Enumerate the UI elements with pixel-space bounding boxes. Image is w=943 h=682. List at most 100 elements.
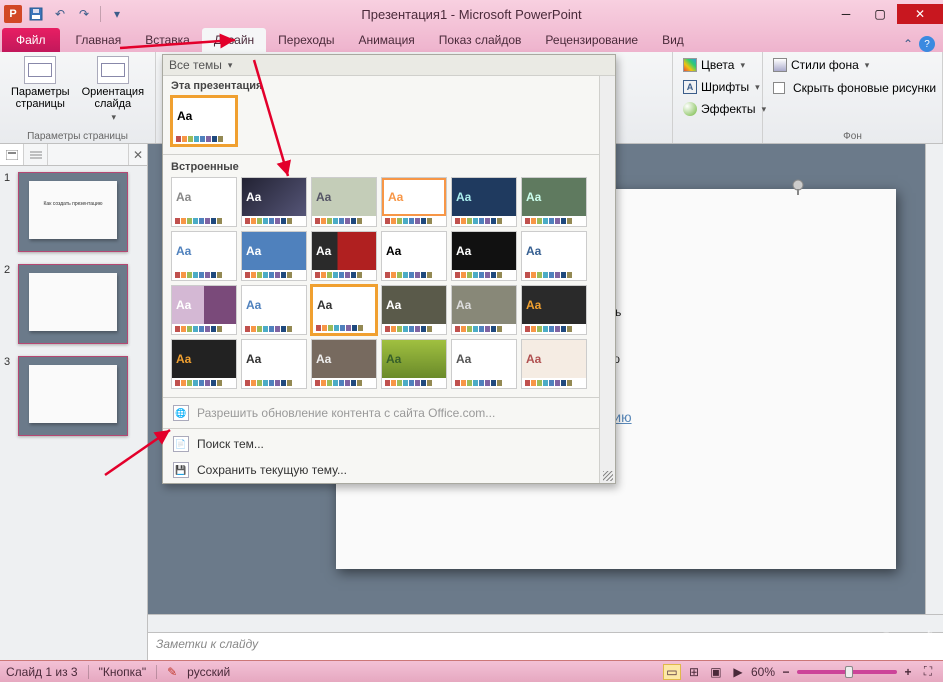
themes-dropdown-panel: Все темы▾ Эта презентация Aa Встроенные … — [162, 54, 616, 484]
theme-thumb[interactable]: Aa — [451, 339, 517, 389]
theme-thumb[interactable]: Aa — [171, 96, 237, 146]
normal-view-icon[interactable]: ▭ — [663, 664, 681, 680]
theme-thumb[interactable]: Aa — [241, 339, 307, 389]
slide-panel: ✕ 1Как создать презентацию 2 3 — [0, 144, 148, 660]
status-theme: "Кнопка" — [99, 665, 147, 679]
section-this-presentation: Эта презентация — [163, 76, 599, 94]
themes-scrollbar[interactable] — [599, 76, 615, 483]
save-theme-icon: 💾 — [173, 462, 189, 478]
ribbon-tabs: Файл Главная Вставка Дизайн Переходы Ани… — [0, 28, 943, 52]
tab-view[interactable]: Вид — [650, 28, 696, 52]
theme-thumb[interactable]: Aa — [521, 339, 587, 389]
orientation-button[interactable]: Ориентация слайда ▾ — [78, 54, 148, 125]
reading-view-icon[interactable]: ▣ — [707, 664, 725, 680]
theme-thumb[interactable]: Aa — [171, 285, 237, 335]
fonts-icon: A — [683, 80, 697, 94]
slide-thumb-2[interactable] — [18, 264, 128, 344]
panel-close-icon[interactable]: ✕ — [129, 144, 147, 165]
theme-thumb[interactable]: Aa — [381, 285, 447, 335]
theme-thumb[interactable]: Aa — [241, 285, 307, 335]
bg-styles-icon — [773, 58, 787, 72]
redo-icon[interactable]: ↷ — [74, 4, 94, 24]
theme-thumb[interactable]: Aa — [311, 285, 377, 335]
zoom-out-button[interactable]: − — [779, 665, 793, 679]
status-language[interactable]: русский — [187, 665, 230, 679]
theme-thumb[interactable]: Aa — [451, 177, 517, 227]
theme-thumb[interactable]: Aa — [381, 339, 447, 389]
theme-thumb[interactable]: Aa — [381, 231, 447, 281]
spellcheck-icon[interactable]: ✎ — [167, 665, 177, 679]
section-builtin: Встроенные — [163, 157, 599, 175]
help-icon[interactable]: ? — [919, 36, 935, 52]
theme-thumb[interactable]: Aa — [451, 285, 517, 335]
file-tab[interactable]: Файл — [2, 28, 60, 52]
zoom-slider[interactable] — [797, 670, 897, 674]
horizontal-scrollbar[interactable] — [148, 614, 943, 632]
tab-insert[interactable]: Вставка — [133, 28, 202, 52]
notes-pane[interactable]: Заметки к слайду — [148, 632, 943, 660]
outline-tab[interactable] — [24, 144, 48, 165]
undo-icon[interactable]: ↶ — [50, 4, 70, 24]
vertical-scrollbar[interactable] — [925, 144, 943, 614]
slides-tab[interactable] — [0, 144, 24, 165]
title-bar: P ↶ ↷ ▾ Презентация1 - Microsoft PowerPo… — [0, 0, 943, 28]
colors-button[interactable]: Цвета▾ — [679, 54, 770, 76]
thumb-num: 1 — [4, 172, 14, 252]
theme-thumb[interactable]: Aa — [521, 231, 587, 281]
effects-icon — [683, 102, 697, 116]
pushpin-icon — [790, 179, 806, 195]
theme-thumb[interactable]: Aa — [521, 285, 587, 335]
qat-customize-icon[interactable]: ▾ — [107, 4, 127, 24]
fit-window-icon[interactable]: ⛶ — [919, 664, 937, 680]
page-setup-icon — [24, 56, 56, 84]
theme-thumb[interactable]: Aa — [241, 177, 307, 227]
tab-review[interactable]: Рецензирование — [533, 28, 650, 52]
ribbon-minimize-icon[interactable]: ⌃ — [903, 37, 913, 51]
app-icon: P — [4, 5, 22, 23]
slide-thumb-1[interactable]: Как создать презентацию — [18, 172, 128, 252]
tab-design[interactable]: Дизайн — [202, 28, 266, 52]
theme-thumb[interactable]: Aa — [451, 231, 517, 281]
group-label-pagesetup: Параметры страницы — [27, 130, 128, 142]
theme-thumb[interactable]: Aa — [171, 339, 237, 389]
theme-thumb[interactable]: Aa — [241, 231, 307, 281]
fonts-button[interactable]: AШрифты▾ — [679, 76, 770, 98]
close-button[interactable]: ✕ — [897, 4, 943, 24]
theme-thumb[interactable]: Aa — [311, 177, 377, 227]
colors-icon — [683, 58, 697, 72]
orientation-icon — [97, 56, 129, 84]
theme-thumb[interactable]: Aa — [381, 177, 447, 227]
checkbox-icon — [773, 82, 785, 94]
tab-animation[interactable]: Анимация — [346, 28, 426, 52]
effects-button[interactable]: Эффекты▾ — [679, 98, 770, 120]
enable-office-updates-item[interactable]: 🌐Разрешить обновление контента с сайта O… — [163, 400, 599, 426]
resize-grip[interactable] — [603, 471, 613, 481]
globe-icon: 🌐 — [173, 405, 189, 421]
theme-thumb[interactable]: Aa — [171, 177, 237, 227]
folder-icon: 📄 — [173, 436, 189, 452]
tab-home[interactable]: Главная — [64, 28, 134, 52]
status-slide-count: Слайд 1 из 3 — [6, 665, 78, 679]
status-bar: Слайд 1 из 3 "Кнопка" ✎ русский ▭ ⊞ ▣ ▶ … — [0, 660, 943, 682]
sorter-view-icon[interactable]: ⊞ — [685, 664, 703, 680]
theme-thumb[interactable]: Aa — [311, 231, 377, 281]
hide-bg-checkbox[interactable]: Скрыть фоновые рисунки — [769, 77, 940, 99]
bg-styles-button[interactable]: Стили фона▾ — [769, 54, 940, 76]
tab-transitions[interactable]: Переходы — [266, 28, 346, 52]
tab-slideshow[interactable]: Показ слайдов — [427, 28, 534, 52]
zoom-in-button[interactable]: + — [901, 665, 915, 679]
theme-thumb[interactable]: Aa — [171, 231, 237, 281]
theme-thumb[interactable]: Aa — [311, 339, 377, 389]
minimize-button[interactable]: ─ — [829, 4, 863, 24]
slideshow-view-icon[interactable]: ▶ — [729, 664, 747, 680]
theme-thumb[interactable]: Aa — [521, 177, 587, 227]
browse-themes-item[interactable]: 📄Поиск тем... — [163, 431, 599, 457]
slide-thumb-3[interactable] — [18, 356, 128, 436]
zoom-percent[interactable]: 60% — [751, 665, 775, 679]
save-theme-item[interactable]: 💾Сохранить текущую тему... — [163, 457, 599, 483]
save-icon[interactable] — [26, 4, 46, 24]
group-label-background: Фон — [843, 130, 862, 142]
page-setup-button[interactable]: Параметры страницы — [7, 54, 74, 125]
themes-dropdown-header[interactable]: Все темы▾ — [163, 55, 615, 76]
maximize-button[interactable]: ▢ — [863, 4, 897, 24]
